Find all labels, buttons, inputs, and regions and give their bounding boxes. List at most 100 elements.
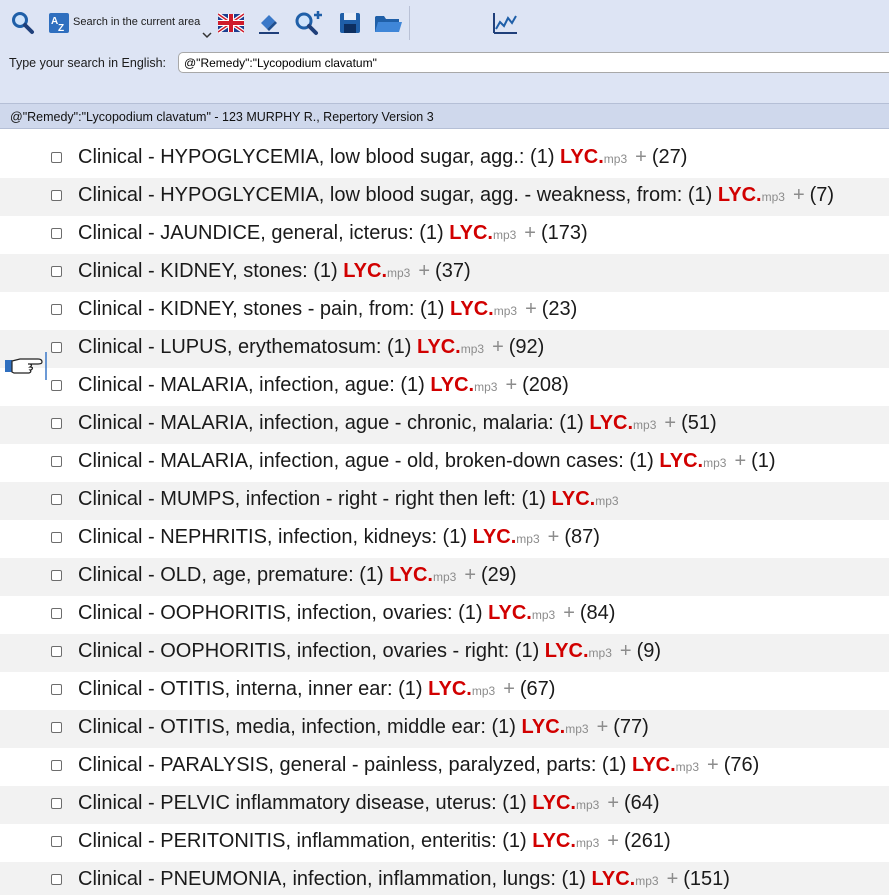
mp3-link[interactable]: mp3 bbox=[576, 836, 599, 850]
remedy-abbrev[interactable]: LYC. bbox=[473, 526, 517, 548]
expand-plus[interactable]: + bbox=[707, 754, 719, 776]
rubric-text[interactable]: Clinical - MUMPS, infection - right - ri… bbox=[78, 488, 619, 511]
row-checkbox[interactable] bbox=[51, 190, 62, 201]
result-row[interactable]: Clinical - KIDNEY, stones - pain, from: … bbox=[0, 292, 889, 330]
row-checkbox[interactable] bbox=[51, 532, 62, 543]
result-row[interactable]: Clinical - OLD, age, premature: (1) LYC.… bbox=[0, 558, 889, 596]
chevron-down-icon[interactable] bbox=[202, 31, 212, 39]
result-row[interactable]: Clinical - MALARIA, infection, ague: (1)… bbox=[0, 368, 889, 406]
row-checkbox[interactable] bbox=[51, 646, 62, 657]
remedy-abbrev[interactable]: LYC. bbox=[389, 564, 433, 586]
remedy-abbrev[interactable]: LYC. bbox=[532, 830, 576, 852]
rubric-text[interactable]: Clinical - OOPHORITIS, infection, ovarie… bbox=[78, 602, 615, 625]
result-row[interactable]: Clinical - PELVIC inflammatory disease, … bbox=[0, 786, 889, 824]
row-checkbox[interactable] bbox=[51, 228, 62, 239]
row-checkbox[interactable] bbox=[51, 380, 62, 391]
result-row[interactable]: Clinical - OTITIS, media, infection, mid… bbox=[0, 710, 889, 748]
remedy-abbrev[interactable]: LYC. bbox=[521, 716, 565, 738]
expand-plus[interactable]: + bbox=[607, 830, 619, 852]
expand-plus[interactable]: + bbox=[563, 602, 575, 624]
rubric-text[interactable]: Clinical - LUPUS, erythematosum: (1) LYC… bbox=[78, 336, 544, 359]
mp3-link[interactable]: mp3 bbox=[387, 266, 410, 280]
mp3-link[interactable]: mp3 bbox=[595, 494, 618, 508]
remedy-abbrev[interactable]: LYC. bbox=[532, 792, 576, 814]
rubric-text[interactable]: Clinical - MALARIA, infection, ague: (1)… bbox=[78, 374, 569, 397]
expand-plus[interactable]: + bbox=[503, 678, 515, 700]
row-checkbox[interactable] bbox=[51, 304, 62, 315]
result-row[interactable]: Clinical - PNEUMONIA, infection, inflamm… bbox=[0, 862, 889, 895]
language-button[interactable] bbox=[217, 8, 245, 38]
save-button[interactable] bbox=[336, 8, 364, 38]
row-checkbox[interactable] bbox=[51, 722, 62, 733]
row-checkbox[interactable] bbox=[51, 342, 62, 353]
remedy-abbrev[interactable]: LYC. bbox=[589, 412, 633, 434]
remedy-abbrev[interactable]: LYC. bbox=[428, 678, 472, 700]
rubric-text[interactable]: Clinical - PERITONITIS, inflammation, en… bbox=[78, 830, 671, 853]
remedy-abbrev[interactable]: LYC. bbox=[343, 260, 387, 282]
rubric-text[interactable]: Clinical - KIDNEY, stones - pain, from: … bbox=[78, 298, 577, 321]
mp3-link[interactable]: mp3 bbox=[589, 646, 612, 660]
expand-plus[interactable]: + bbox=[464, 564, 476, 586]
remedy-abbrev[interactable]: LYC. bbox=[592, 868, 636, 890]
rubric-text[interactable]: Clinical - MALARIA, infection, ague - ol… bbox=[78, 450, 776, 473]
row-checkbox[interactable] bbox=[51, 684, 62, 695]
result-row[interactable]: Clinical - PERITONITIS, inflammation, en… bbox=[0, 824, 889, 862]
rubric-text[interactable]: Clinical - MALARIA, infection, ague - ch… bbox=[78, 412, 717, 435]
mp3-link[interactable]: mp3 bbox=[633, 418, 656, 432]
clear-button[interactable] bbox=[254, 8, 284, 38]
mp3-link[interactable]: mp3 bbox=[576, 798, 599, 812]
remedy-abbrev[interactable]: LYC. bbox=[417, 336, 461, 358]
rubric-text[interactable]: Clinical - OOPHORITIS, infection, ovarie… bbox=[78, 640, 661, 663]
row-checkbox[interactable] bbox=[51, 418, 62, 429]
expand-plus[interactable]: + bbox=[524, 222, 536, 244]
rubric-text[interactable]: Clinical - OTITIS, media, infection, mid… bbox=[78, 716, 649, 739]
result-row[interactable]: Clinical - OOPHORITIS, infection, ovarie… bbox=[0, 634, 889, 672]
mp3-link[interactable]: mp3 bbox=[703, 456, 726, 470]
rubric-text[interactable]: Clinical - PELVIC inflammatory disease, … bbox=[78, 792, 660, 815]
mp3-link[interactable]: mp3 bbox=[433, 570, 456, 584]
row-checkbox[interactable] bbox=[51, 494, 62, 505]
mp3-link[interactable]: mp3 bbox=[516, 532, 539, 546]
mp3-link[interactable]: mp3 bbox=[532, 608, 555, 622]
row-checkbox[interactable] bbox=[51, 152, 62, 163]
row-checkbox[interactable] bbox=[51, 798, 62, 809]
result-row[interactable]: Clinical - MALARIA, infection, ague - ch… bbox=[0, 406, 889, 444]
remedy-abbrev[interactable]: LYC. bbox=[430, 374, 474, 396]
rubric-text[interactable]: Clinical - HYPOGLYCEMIA, low blood sugar… bbox=[78, 146, 687, 169]
expand-plus[interactable]: + bbox=[418, 260, 430, 282]
search-area-label[interactable]: Search in the current area bbox=[73, 16, 200, 28]
result-row[interactable]: Clinical - HYPOGLYCEMIA, low blood sugar… bbox=[0, 140, 889, 178]
remedy-abbrev[interactable]: LYC. bbox=[450, 298, 494, 320]
expand-plus[interactable]: + bbox=[525, 298, 537, 320]
result-row[interactable]: Clinical - MALARIA, infection, ague - ol… bbox=[0, 444, 889, 482]
result-row[interactable]: Clinical - HYPOGLYCEMIA, low blood sugar… bbox=[0, 178, 889, 216]
mp3-link[interactable]: mp3 bbox=[635, 874, 658, 888]
mp3-link[interactable]: mp3 bbox=[461, 342, 484, 356]
expand-plus[interactable]: + bbox=[793, 184, 805, 206]
remedy-abbrev[interactable]: LYC. bbox=[545, 640, 589, 662]
remedy-abbrev[interactable]: LYC. bbox=[632, 754, 676, 776]
search-button[interactable] bbox=[8, 8, 38, 38]
zoom-in-button[interactable] bbox=[292, 8, 324, 38]
mp3-link[interactable]: mp3 bbox=[676, 760, 699, 774]
expand-plus[interactable]: + bbox=[492, 336, 504, 358]
remedy-abbrev[interactable]: LYC. bbox=[551, 488, 595, 510]
row-checkbox[interactable] bbox=[51, 456, 62, 467]
remedy-abbrev[interactable]: LYC. bbox=[488, 602, 532, 624]
mp3-link[interactable]: mp3 bbox=[493, 228, 516, 242]
result-row[interactable]: Clinical - MUMPS, infection - right - ri… bbox=[0, 482, 889, 520]
expand-plus[interactable]: + bbox=[734, 450, 746, 472]
rubric-text[interactable]: Clinical - PARALYSIS, general - painless… bbox=[78, 754, 759, 777]
result-row[interactable]: Clinical - JAUNDICE, general, icterus: (… bbox=[0, 216, 889, 254]
mp3-link[interactable]: mp3 bbox=[474, 380, 497, 394]
rubric-text[interactable]: Clinical - NEPHRITIS, infection, kidneys… bbox=[78, 526, 600, 549]
mp3-link[interactable]: mp3 bbox=[494, 304, 517, 318]
row-checkbox[interactable] bbox=[51, 760, 62, 771]
row-checkbox[interactable] bbox=[51, 836, 62, 847]
open-button[interactable] bbox=[372, 8, 404, 38]
result-row[interactable]: Clinical - KIDNEY, stones: (1) LYC.mp3 +(… bbox=[0, 254, 889, 292]
chart-button[interactable] bbox=[490, 8, 520, 38]
expand-plus[interactable]: + bbox=[505, 374, 517, 396]
mp3-link[interactable]: mp3 bbox=[762, 190, 785, 204]
rubric-text[interactable]: Clinical - HYPOGLYCEMIA, low blood sugar… bbox=[78, 184, 834, 207]
